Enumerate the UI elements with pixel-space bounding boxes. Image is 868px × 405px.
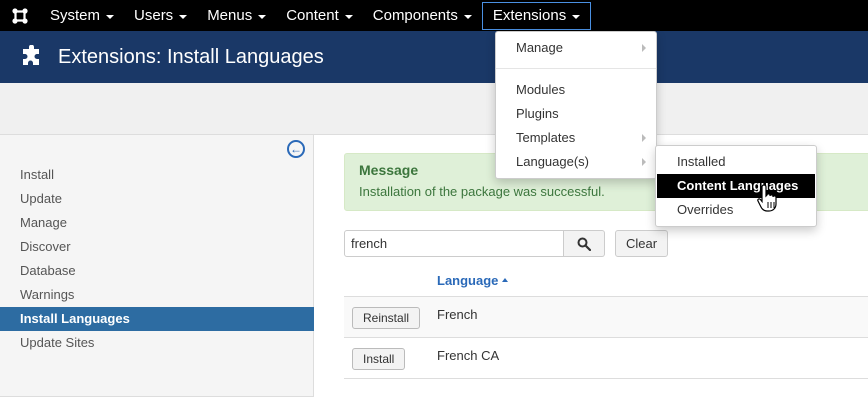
page-header: Extensions: Install Languages xyxy=(0,31,868,83)
caret-down-icon xyxy=(344,14,353,19)
menu-item-manage[interactable]: Manage xyxy=(496,36,656,60)
menu-item-languages[interactable]: Language(s) xyxy=(496,150,656,174)
language-name: French xyxy=(437,307,478,322)
clear-button[interactable]: Clear xyxy=(615,230,669,257)
extensions-dropdown: Manage Modules Plugins Templates Languag… xyxy=(495,31,657,179)
nav-extensions[interactable]: Extensions xyxy=(481,1,592,30)
language-name: French CA xyxy=(437,348,500,363)
nav-components[interactable]: Components xyxy=(363,0,482,31)
column-header-language[interactable]: Language xyxy=(437,273,509,288)
languages-submenu: Installed Content Languages Overrides xyxy=(655,145,817,227)
sidebar-item-update[interactable]: Update xyxy=(0,187,314,211)
toolbar-strip xyxy=(0,83,868,135)
table-row: Install French CA xyxy=(344,338,868,379)
reinstall-button[interactable]: Reinstall xyxy=(352,307,421,329)
search-icon xyxy=(577,237,591,251)
caret-down-icon xyxy=(463,14,472,19)
caret-down-icon xyxy=(179,14,188,19)
submenu-item-installed[interactable]: Installed xyxy=(657,150,815,174)
search-row: Clear xyxy=(344,230,669,257)
menu-item-templates[interactable]: Templates xyxy=(496,126,656,150)
caret-down-icon xyxy=(106,14,115,19)
hand-cursor-icon xyxy=(757,184,777,212)
puzzle-icon xyxy=(23,45,39,65)
menu-item-plugins[interactable]: Plugins xyxy=(496,102,656,126)
table-row: Reinstall French xyxy=(344,297,868,338)
nav-menus[interactable]: Menus xyxy=(197,0,276,31)
top-navbar: System Users Menus Content Components Ex… xyxy=(0,0,868,31)
sidebar-list: Install Update Manage Discover Database … xyxy=(0,163,314,355)
nav-users[interactable]: Users xyxy=(124,0,197,31)
menu-item-modules[interactable]: Modules xyxy=(496,78,656,102)
sidebar: ← Install Update Manage Discover Databas… xyxy=(0,135,314,397)
search-button[interactable] xyxy=(564,230,605,257)
collapse-left-icon[interactable]: ← xyxy=(287,140,305,158)
sidebar-item-update-sites[interactable]: Update Sites xyxy=(0,331,314,355)
languages-table: Language Reinstall French Install French… xyxy=(344,264,868,379)
page-title: Extensions: Install Languages xyxy=(58,45,324,68)
caret-down-icon xyxy=(258,14,267,19)
caret-right-icon xyxy=(642,158,646,166)
install-button[interactable]: Install xyxy=(352,348,406,370)
search-input[interactable] xyxy=(344,230,564,257)
sidebar-item-install[interactable]: Install xyxy=(0,163,314,187)
sidebar-item-install-languages[interactable]: Install Languages xyxy=(0,307,314,331)
sidebar-item-warnings[interactable]: Warnings xyxy=(0,283,314,307)
sidebar-item-discover[interactable]: Discover xyxy=(0,235,314,259)
sort-ascending-icon xyxy=(502,278,509,282)
caret-right-icon xyxy=(642,134,646,142)
sidebar-item-manage[interactable]: Manage xyxy=(0,211,314,235)
nav-content[interactable]: Content xyxy=(276,0,363,31)
menu-divider xyxy=(496,68,656,69)
caret-right-icon xyxy=(642,44,646,52)
sidebar-item-database[interactable]: Database xyxy=(0,259,314,283)
joomla-icon[interactable] xyxy=(0,0,40,31)
nav-system[interactable]: System xyxy=(40,0,124,31)
table-header: Language xyxy=(344,264,868,297)
submenu-item-overrides[interactable]: Overrides xyxy=(657,198,815,222)
submenu-item-content-languages[interactable]: Content Languages xyxy=(657,174,815,198)
caret-down-icon xyxy=(572,14,581,19)
